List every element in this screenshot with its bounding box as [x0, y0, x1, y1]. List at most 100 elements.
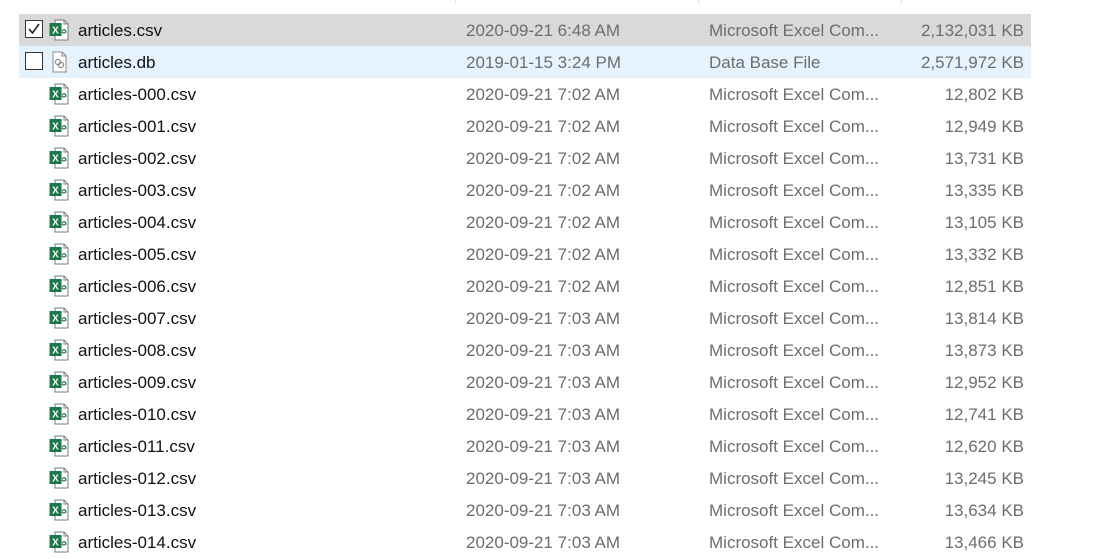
excel-csv-icon: X	[49, 371, 69, 393]
column-separator-type[interactable]	[901, 0, 902, 4]
row-checkbox[interactable]	[25, 52, 43, 70]
file-type: Data Base File	[709, 53, 821, 72]
excel-csv-icon: X	[49, 275, 69, 297]
file-date-modified: 2020-09-21 7:03 AM	[466, 405, 621, 424]
excel-csv-icon: X	[49, 467, 69, 489]
file-type: Microsoft Excel Com...	[709, 469, 880, 488]
file-size: 13,335 KB	[944, 181, 1024, 200]
file-date-modified: 2020-09-21 7:03 AM	[466, 341, 621, 360]
file-date-modified: 2020-09-21 7:03 AM	[466, 501, 621, 520]
file-row[interactable]: Xarticles-007.csv 2020-09-21 7:03 AM Micro…	[0, 302, 1110, 334]
file-size: 13,332 KB	[944, 245, 1024, 264]
file-row[interactable]: Xarticles.csv 2020-09-21 6:48 AM Microsoft…	[0, 14, 1110, 46]
file-row[interactable]: Xarticles-004.csv 2020-09-21 7:02 AM Micro…	[0, 206, 1110, 238]
file-name: articles-011.csv	[78, 437, 195, 456]
file-type: Microsoft Excel Com...	[709, 405, 880, 424]
file-row[interactable]: Xarticles-009.csv 2020-09-21 7:03 AM Micro…	[0, 366, 1110, 398]
file-date-modified: 2020-09-21 6:48 AM	[466, 21, 621, 40]
file-date-modified: 2020-09-21 7:03 AM	[466, 469, 621, 488]
svg-text:X: X	[52, 250, 59, 261]
file-row[interactable]: Xarticles-001.csv 2020-09-21 7:02 AM Micro…	[0, 110, 1110, 142]
file-date-modified: 2020-09-21 7:02 AM	[466, 117, 621, 136]
file-type: Microsoft Excel Com...	[709, 533, 880, 552]
excel-csv-icon: X	[49, 307, 69, 329]
svg-text:X: X	[52, 314, 59, 325]
file-row[interactable]: Xarticles-005.csv 2020-09-21 7:02 AM Micro…	[0, 238, 1110, 270]
excel-csv-icon: X	[49, 115, 69, 137]
file-date-modified: 2020-09-21 7:03 AM	[466, 533, 621, 552]
file-name: articles-006.csv	[78, 277, 197, 296]
file-date-modified: 2020-09-21 7:03 AM	[466, 437, 621, 456]
file-date-modified: 2020-09-21 7:02 AM	[466, 277, 621, 296]
excel-csv-icon: X	[49, 435, 69, 457]
file-row[interactable]: Xarticles-012.csv 2020-09-21 7:03 AM Micro…	[0, 462, 1110, 494]
svg-text:X: X	[52, 410, 59, 421]
file-name: articles-012.csv	[78, 469, 197, 488]
file-type: Microsoft Excel Com...	[709, 245, 880, 264]
file-date-modified: 2020-09-21 7:02 AM	[466, 181, 621, 200]
file-type: Microsoft Excel Com...	[709, 85, 880, 104]
file-name: articles-014.csv	[78, 533, 197, 552]
svg-text:X: X	[52, 442, 59, 453]
file-row[interactable]: Xarticles-002.csv 2020-09-21 7:02 AM Micro…	[0, 142, 1110, 174]
database-file-icon	[49, 51, 69, 73]
file-size: 2,571,972 KB	[920, 53, 1024, 72]
column-separator-name[interactable]	[455, 0, 456, 4]
excel-csv-icon: X	[49, 243, 69, 265]
file-row[interactable]: Xarticles-011.csv 2020-09-21 7:03 AM Micro…	[0, 430, 1110, 462]
svg-text:X: X	[52, 90, 59, 101]
svg-text:X: X	[52, 506, 59, 517]
file-type: Microsoft Excel Com...	[709, 437, 880, 456]
svg-text:X: X	[52, 378, 59, 389]
excel-csv-icon: X	[49, 403, 69, 425]
file-date-modified: 2020-09-21 7:03 AM	[466, 309, 621, 328]
file-type: Microsoft Excel Com...	[709, 277, 880, 296]
file-date-modified: 2019-01-15 3:24 PM	[466, 53, 621, 72]
file-row[interactable]: Xarticles-006.csv 2020-09-21 7:02 AM Micro…	[0, 270, 1110, 302]
file-type: Microsoft Excel Com...	[709, 149, 880, 168]
file-row[interactable]: articles.db 2019-01-15 3:24 PM Data Base F…	[0, 46, 1110, 78]
file-row[interactable]: Xarticles-010.csv 2020-09-21 7:03 AM Micro…	[0, 398, 1110, 430]
svg-text:X: X	[52, 282, 59, 293]
row-checkbox[interactable]	[25, 20, 43, 38]
file-size: 13,105 KB	[944, 213, 1024, 232]
file-size: 13,466 KB	[944, 533, 1024, 552]
file-row[interactable]: Xarticles-008.csv 2020-09-21 7:03 AM Micro…	[0, 334, 1110, 366]
file-size: 12,949 KB	[944, 117, 1024, 136]
file-name: articles-003.csv	[78, 181, 197, 200]
file-list: Xarticles.csv 2020-09-21 6:48 AM Microsoft…	[0, 14, 1110, 558]
file-name: articles-008.csv	[78, 341, 197, 360]
file-row[interactable]: Xarticles-014.csv 2020-09-21 7:03 AM Micro…	[0, 526, 1110, 558]
file-name: articles-004.csv	[78, 213, 197, 232]
file-type: Microsoft Excel Com...	[709, 341, 880, 360]
excel-csv-icon: X	[49, 83, 69, 105]
file-size: 2,132,031 KB	[920, 21, 1024, 40]
svg-text:X: X	[52, 538, 59, 549]
file-size: 13,731 KB	[944, 149, 1024, 168]
column-separator-date[interactable]	[698, 0, 699, 4]
file-row[interactable]: Xarticles-003.csv 2020-09-21 7:02 AM Micro…	[0, 174, 1110, 206]
excel-csv-icon: X	[49, 531, 69, 553]
svg-text:X: X	[52, 154, 59, 165]
file-type: Microsoft Excel Com...	[709, 21, 880, 40]
file-name: articles-000.csv	[78, 85, 197, 104]
file-size: 12,620 KB	[944, 437, 1024, 456]
file-name: articles-009.csv	[78, 373, 197, 392]
excel-csv-icon: X	[49, 499, 69, 521]
file-name: articles.csv	[78, 21, 163, 40]
svg-text:X: X	[52, 346, 59, 357]
file-size: 12,851 KB	[944, 277, 1024, 296]
file-name: articles-001.csv	[78, 117, 197, 136]
svg-text:X: X	[52, 474, 59, 485]
file-size: 13,814 KB	[944, 309, 1024, 328]
file-name: articles-005.csv	[78, 245, 197, 264]
file-row[interactable]: Xarticles-013.csv 2020-09-21 7:03 AM Micro…	[0, 494, 1110, 526]
file-type: Microsoft Excel Com...	[709, 213, 880, 232]
excel-csv-icon: X	[49, 147, 69, 169]
svg-text:X: X	[52, 26, 59, 37]
file-type: Microsoft Excel Com...	[709, 373, 880, 392]
file-row[interactable]: Xarticles-000.csv 2020-09-21 7:02 AM Micro…	[0, 78, 1110, 110]
excel-csv-icon: X	[49, 211, 69, 233]
file-date-modified: 2020-09-21 7:03 AM	[466, 373, 621, 392]
file-size: 13,634 KB	[944, 501, 1024, 520]
